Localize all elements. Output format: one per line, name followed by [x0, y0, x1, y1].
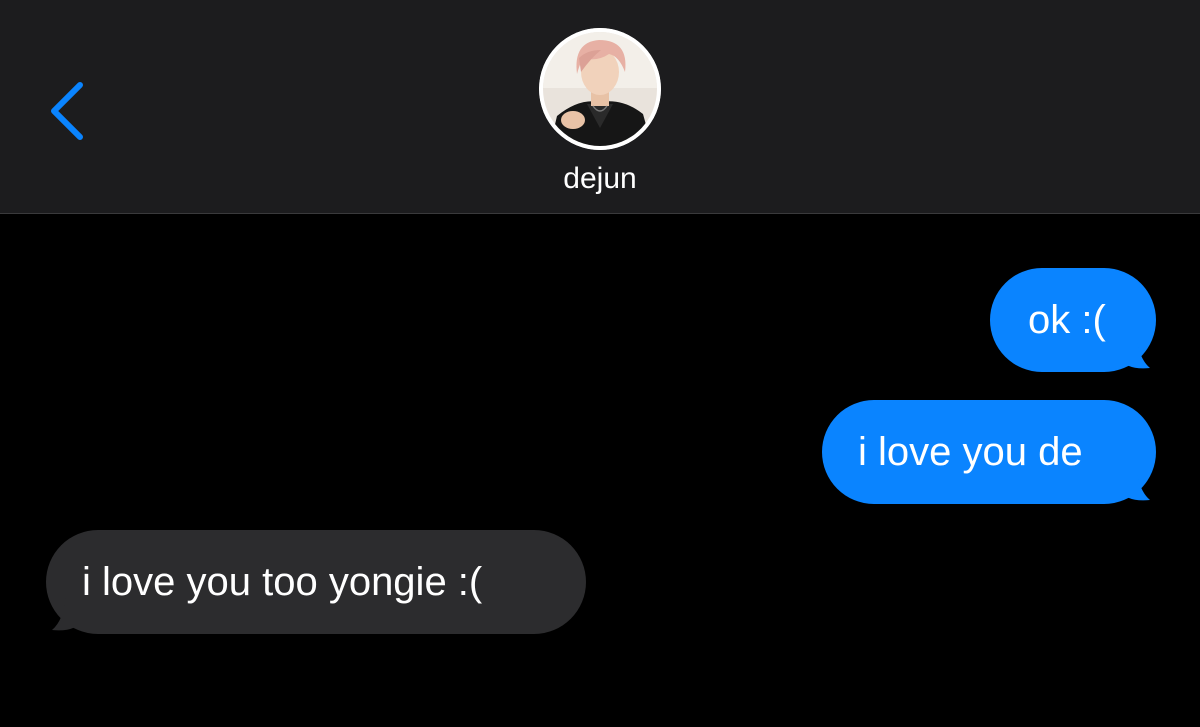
bubble-tail	[1128, 464, 1150, 501]
contact-name: dejun	[563, 162, 637, 195]
contact-info-button[interactable]: dejun	[520, 14, 680, 204]
bubble-tail	[1128, 332, 1150, 369]
messages-app: dejun ok :( i love you de i love you too…	[0, 0, 1200, 727]
sent-message-bubble[interactable]: i love you de	[822, 400, 1156, 504]
received-message-bubble[interactable]: i love you too yongie :(	[46, 530, 586, 634]
message-text: i love you too yongie :(	[82, 560, 483, 604]
avatar[interactable]	[539, 28, 661, 150]
message-text: ok :(	[1028, 298, 1106, 342]
chevron-left-icon	[51, 82, 83, 140]
message-text: i love you de	[858, 430, 1083, 474]
contact-photo	[539, 28, 661, 150]
bubble-tail	[52, 594, 74, 631]
back-button[interactable]	[40, 75, 100, 147]
sent-message-bubble[interactable]: ok :(	[990, 268, 1156, 372]
conversation-header: dejun	[0, 0, 1200, 214]
